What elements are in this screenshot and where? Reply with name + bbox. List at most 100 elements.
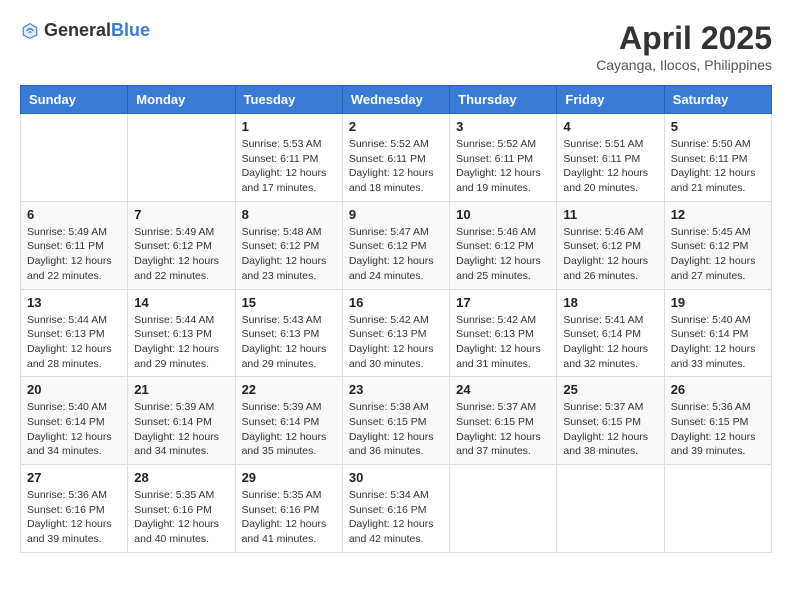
title-area: April 2025 Cayanga, Ilocos, Philippines xyxy=(596,20,772,73)
col-saturday: Saturday xyxy=(664,86,771,114)
logo: GeneralBlue xyxy=(20,20,150,41)
day-number: 10 xyxy=(456,207,550,222)
col-wednesday: Wednesday xyxy=(342,86,449,114)
day-info: Sunrise: 5:44 AM Sunset: 6:13 PM Dayligh… xyxy=(134,313,228,372)
col-sunday: Sunday xyxy=(21,86,128,114)
day-number: 17 xyxy=(456,295,550,310)
day-info: Sunrise: 5:38 AM Sunset: 6:15 PM Dayligh… xyxy=(349,400,443,459)
day-number: 25 xyxy=(563,382,657,397)
calendar-cell: 25 Sunrise: 5:37 AM Sunset: 6:15 PM Dayli… xyxy=(557,377,664,465)
day-number: 15 xyxy=(242,295,336,310)
calendar-cell: 28 Sunrise: 5:35 AM Sunset: 6:16 PM Dayli… xyxy=(128,465,235,553)
calendar-cell: 20 Sunrise: 5:40 AM Sunset: 6:14 PM Dayli… xyxy=(21,377,128,465)
calendar-cell: 15Sunrise: 5:43 AM Sunset: 6:13 PM Dayli… xyxy=(235,289,342,377)
day-info: Sunrise: 5:35 AM Sunset: 6:16 PM Dayligh… xyxy=(242,488,336,547)
day-info: Sunrise: 5:40 AM Sunset: 6:14 PM Dayligh… xyxy=(27,400,121,459)
day-number: 30 xyxy=(349,470,443,485)
day-info: Sunrise: 5:52 AM Sunset: 6:11 PM Dayligh… xyxy=(349,137,443,196)
calendar-cell: 16 Sunrise: 5:42 AM Sunset: 6:13 PM Dayli… xyxy=(342,289,449,377)
calendar-cell xyxy=(557,465,664,553)
day-number: 21 xyxy=(134,382,228,397)
calendar-cell: 10 Sunrise: 5:46 AM Sunset: 6:12 PM Dayli… xyxy=(450,201,557,289)
day-number: 29 xyxy=(242,470,336,485)
day-info: Sunrise: 5:41 AM Sunset: 6:14 PM Dayligh… xyxy=(563,313,657,372)
col-tuesday: Tuesday xyxy=(235,86,342,114)
calendar-cell: 26Sunrise: 5:36 AM Sunset: 6:15 PM Dayli… xyxy=(664,377,771,465)
day-info: Sunrise: 5:34 AM Sunset: 6:16 PM Dayligh… xyxy=(349,488,443,547)
day-info: Sunrise: 5:47 AM Sunset: 6:12 PM Dayligh… xyxy=(349,225,443,284)
calendar-cell: 5 Sunrise: 5:50 AM Sunset: 6:11 PM Daylig… xyxy=(664,114,771,202)
col-monday: Monday xyxy=(128,86,235,114)
calendar-cell xyxy=(450,465,557,553)
calendar-cell: 8 Sunrise: 5:48 AM Sunset: 6:12 PM Daylig… xyxy=(235,201,342,289)
calendar-cell: 11 Sunrise: 5:46 AM Sunset: 6:12 PM Dayli… xyxy=(557,201,664,289)
calendar-table: Sunday Monday Tuesday Wednesday Thursday… xyxy=(20,85,772,553)
col-friday: Friday xyxy=(557,86,664,114)
day-number: 20 xyxy=(27,382,121,397)
day-number: 2 xyxy=(349,119,443,134)
calendar-cell: 22Sunrise: 5:39 AM Sunset: 6:14 PM Dayli… xyxy=(235,377,342,465)
day-info: Sunrise: 5:53 AM Sunset: 6:11 PM Dayligh… xyxy=(242,137,336,196)
day-info: Sunrise: 5:37 AM Sunset: 6:15 PM Dayligh… xyxy=(563,400,657,459)
day-info: Sunrise: 5:50 AM Sunset: 6:11 PM Dayligh… xyxy=(671,137,765,196)
day-number: 5 xyxy=(671,119,765,134)
day-number: 8 xyxy=(242,207,336,222)
day-info: Sunrise: 5:44 AM Sunset: 6:13 PM Dayligh… xyxy=(27,313,121,372)
calendar-cell xyxy=(21,114,128,202)
day-number: 14 xyxy=(134,295,228,310)
day-info: Sunrise: 5:45 AM Sunset: 6:12 PM Dayligh… xyxy=(671,225,765,284)
day-number: 24 xyxy=(456,382,550,397)
calendar-cell: 9 Sunrise: 5:47 AM Sunset: 6:12 PM Daylig… xyxy=(342,201,449,289)
day-info: Sunrise: 5:49 AM Sunset: 6:11 PM Dayligh… xyxy=(27,225,121,284)
day-number: 12 xyxy=(671,207,765,222)
calendar-cell: 29 Sunrise: 5:35 AM Sunset: 6:16 PM Dayli… xyxy=(235,465,342,553)
calendar-cell: 6 Sunrise: 5:49 AM Sunset: 6:11 PM Daylig… xyxy=(21,201,128,289)
calendar-cell: 17Sunrise: 5:42 AM Sunset: 6:13 PM Dayli… xyxy=(450,289,557,377)
day-info: Sunrise: 5:49 AM Sunset: 6:12 PM Dayligh… xyxy=(134,225,228,284)
day-number: 6 xyxy=(27,207,121,222)
day-number: 9 xyxy=(349,207,443,222)
day-info: Sunrise: 5:40 AM Sunset: 6:14 PM Dayligh… xyxy=(671,313,765,372)
calendar-cell: 14 Sunrise: 5:44 AM Sunset: 6:13 PM Dayli… xyxy=(128,289,235,377)
day-info: Sunrise: 5:36 AM Sunset: 6:15 PM Dayligh… xyxy=(671,400,765,459)
calendar-week-4: 20 Sunrise: 5:40 AM Sunset: 6:14 PM Dayli… xyxy=(21,377,772,465)
calendar-week-3: 13 Sunrise: 5:44 AM Sunset: 6:13 PM Dayli… xyxy=(21,289,772,377)
calendar-cell: 18 Sunrise: 5:41 AM Sunset: 6:14 PM Dayli… xyxy=(557,289,664,377)
calendar-cell: 4Sunrise: 5:51 AM Sunset: 6:11 PM Daylig… xyxy=(557,114,664,202)
day-number: 18 xyxy=(563,295,657,310)
page-header: GeneralBlue April 2025 Cayanga, Ilocos, … xyxy=(20,20,772,73)
calendar-cell xyxy=(664,465,771,553)
calendar-week-5: 27Sunrise: 5:36 AM Sunset: 6:16 PM Dayli… xyxy=(21,465,772,553)
calendar-cell: 2 Sunrise: 5:52 AM Sunset: 6:11 PM Daylig… xyxy=(342,114,449,202)
logo-general-text: General xyxy=(44,20,111,40)
day-info: Sunrise: 5:39 AM Sunset: 6:14 PM Dayligh… xyxy=(242,400,336,459)
calendar-cell xyxy=(128,114,235,202)
day-info: Sunrise: 5:52 AM Sunset: 6:11 PM Dayligh… xyxy=(456,137,550,196)
calendar-cell: 24Sunrise: 5:37 AM Sunset: 6:15 PM Dayli… xyxy=(450,377,557,465)
day-number: 4 xyxy=(563,119,657,134)
month-title: April 2025 xyxy=(596,20,772,57)
day-info: Sunrise: 5:42 AM Sunset: 6:13 PM Dayligh… xyxy=(349,313,443,372)
calendar-cell: 19 Sunrise: 5:40 AM Sunset: 6:14 PM Dayli… xyxy=(664,289,771,377)
calendar-week-2: 6 Sunrise: 5:49 AM Sunset: 6:11 PM Daylig… xyxy=(21,201,772,289)
day-number: 23 xyxy=(349,382,443,397)
logo-text: GeneralBlue xyxy=(44,20,150,41)
day-info: Sunrise: 5:48 AM Sunset: 6:12 PM Dayligh… xyxy=(242,225,336,284)
day-info: Sunrise: 5:35 AM Sunset: 6:16 PM Dayligh… xyxy=(134,488,228,547)
day-number: 11 xyxy=(563,207,657,222)
calendar-week-1: 1 Sunrise: 5:53 AM Sunset: 6:11 PM Daylig… xyxy=(21,114,772,202)
calendar-cell: 12 Sunrise: 5:45 AM Sunset: 6:12 PM Dayli… xyxy=(664,201,771,289)
day-number: 7 xyxy=(134,207,228,222)
day-number: 1 xyxy=(242,119,336,134)
day-info: Sunrise: 5:36 AM Sunset: 6:16 PM Dayligh… xyxy=(27,488,121,547)
day-number: 28 xyxy=(134,470,228,485)
day-info: Sunrise: 5:46 AM Sunset: 6:12 PM Dayligh… xyxy=(563,225,657,284)
logo-icon xyxy=(20,21,40,41)
logo-blue-text: Blue xyxy=(111,20,150,40)
day-number: 19 xyxy=(671,295,765,310)
calendar-cell: 23 Sunrise: 5:38 AM Sunset: 6:15 PM Dayli… xyxy=(342,377,449,465)
day-number: 13 xyxy=(27,295,121,310)
day-number: 16 xyxy=(349,295,443,310)
day-info: Sunrise: 5:46 AM Sunset: 6:12 PM Dayligh… xyxy=(456,225,550,284)
header-row: Sunday Monday Tuesday Wednesday Thursday… xyxy=(21,86,772,114)
